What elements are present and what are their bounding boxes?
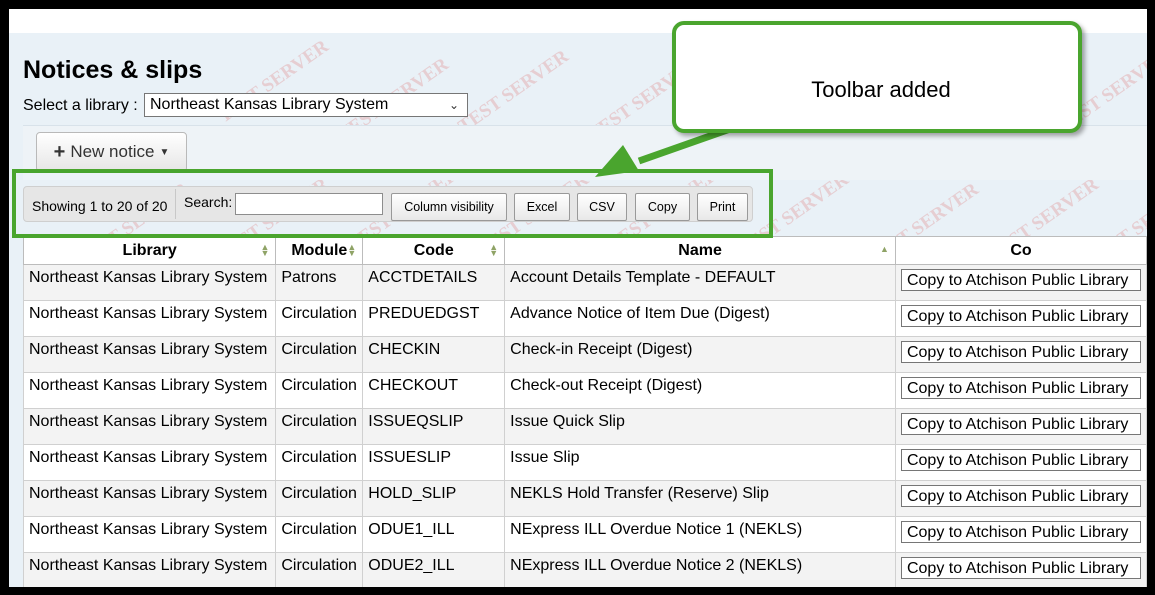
cell-name: Advance Notice of Item Due (Digest) xyxy=(504,300,896,337)
cell-module: Circulation xyxy=(275,480,364,517)
cell-name: NEKLS Hold Transfer (Reserve) Slip xyxy=(504,480,896,517)
cell-code: ISSUESLIP xyxy=(362,444,506,481)
sort-ascending-icon: ▲ xyxy=(880,244,889,254)
cell-code: ODUE2_ILL xyxy=(362,552,506,587)
table-row: Northeast Kansas Library System Circulati… xyxy=(22,300,1147,337)
cell-copy: Copy to Atchison Public Library xyxy=(894,516,1147,553)
caret-down-icon: ▼ xyxy=(159,146,170,158)
cell-library: Northeast Kansas Library System xyxy=(22,372,277,409)
cell-module: Circulation xyxy=(275,300,364,337)
chevron-down-icon: ⌄ xyxy=(448,98,459,112)
cell-module: Circulation xyxy=(275,552,364,587)
copy-to-library-select[interactable]: Copy to Atchison Public Library xyxy=(900,413,1141,435)
cell-code: PREDUEDGST xyxy=(362,300,506,337)
callout-box: Toolbar added xyxy=(672,21,1082,133)
table-row: Northeast Kansas Library System Circulati… xyxy=(22,516,1147,553)
cell-copy: Copy to Atchison Public Library xyxy=(894,480,1147,517)
page-title: Notices & slips xyxy=(23,56,203,84)
copy-to-library-select[interactable]: Copy to Atchison Public Library xyxy=(900,521,1141,543)
table-header-row: Library ▲ ▼ Module ▲ ▼ Code ▲ ▼ Name ▲ Co xyxy=(22,236,1147,265)
cell-library: Northeast Kansas Library System xyxy=(22,480,277,517)
table-row: Northeast Kansas Library System Circulati… xyxy=(22,372,1147,409)
cell-module: Circulation xyxy=(275,408,364,445)
copy-to-library-select[interactable]: Copy to Atchison Public Library xyxy=(900,269,1141,291)
library-select[interactable]: Northeast Kansas Library System ⌄ xyxy=(144,93,468,117)
cell-library: Northeast Kansas Library System xyxy=(22,444,277,481)
cell-library: Northeast Kansas Library System xyxy=(22,336,277,373)
cell-code: CHECKOUT xyxy=(362,372,506,409)
table-row: Northeast Kansas Library System Patrons AC… xyxy=(22,264,1147,301)
library-select-label: Select a library : xyxy=(23,97,138,114)
cell-code: ODUE1_ILL xyxy=(362,516,506,553)
copy-to-library-select[interactable]: Copy to Atchison Public Library xyxy=(900,305,1141,327)
cell-name: NExpress ILL Overdue Notice 2 (NEKLS) xyxy=(504,552,896,587)
cell-library: Northeast Kansas Library System xyxy=(22,516,277,553)
cell-copy: Copy to Atchison Public Library xyxy=(894,552,1147,587)
table-row: Northeast Kansas Library System Circulati… xyxy=(22,408,1147,445)
cell-copy: Copy to Atchison Public Library xyxy=(894,372,1147,409)
header-code[interactable]: Code ▲ ▼ xyxy=(362,236,506,265)
cell-module: Circulation xyxy=(275,444,364,481)
table-row: Northeast Kansas Library System Circulati… xyxy=(22,444,1147,481)
library-select-value: Northeast Kansas Library System xyxy=(150,96,389,113)
cell-name: Check-in Receipt (Digest) xyxy=(504,336,896,373)
cell-copy: Copy to Atchison Public Library xyxy=(894,264,1147,301)
copy-to-library-select[interactable]: Copy to Atchison Public Library xyxy=(900,449,1141,471)
cell-module: Circulation xyxy=(275,336,364,373)
screenshot-frame: TEST SERVERTEST SERVERTEST SERVERTEST SE… xyxy=(9,9,1147,587)
new-notice-button[interactable]: + New notice ▼ xyxy=(36,132,187,172)
cell-library: Northeast Kansas Library System xyxy=(22,300,277,337)
cell-code: ACCTDETAILS xyxy=(362,264,506,301)
cell-name: Check-out Receipt (Digest) xyxy=(504,372,896,409)
toolbar-highlight-box xyxy=(12,169,773,238)
table-row: Northeast Kansas Library System Circulati… xyxy=(22,552,1147,587)
cell-name: Issue Quick Slip xyxy=(504,408,896,445)
callout-text: Toolbar added xyxy=(811,77,951,102)
cell-module: Patrons xyxy=(275,264,364,301)
cell-code: ISSUEQSLIP xyxy=(362,408,506,445)
sort-both-icon: ▲ ▼ xyxy=(489,242,499,258)
cell-copy: Copy to Atchison Public Library xyxy=(894,444,1147,481)
copy-to-library-select[interactable]: Copy to Atchison Public Library xyxy=(900,557,1141,579)
sort-both-icon: ▲ ▼ xyxy=(347,242,357,258)
cell-copy: Copy to Atchison Public Library xyxy=(894,408,1147,445)
cell-name: NExpress ILL Overdue Notice 1 (NEKLS) xyxy=(504,516,896,553)
copy-to-library-select[interactable]: Copy to Atchison Public Library xyxy=(900,485,1141,507)
cell-copy: Copy to Atchison Public Library xyxy=(894,300,1147,337)
table-row: Northeast Kansas Library System Circulati… xyxy=(22,480,1147,517)
cell-name: Account Details Template - DEFAULT xyxy=(504,264,896,301)
cell-module: Circulation xyxy=(275,372,364,409)
table-row: Northeast Kansas Library System Circulati… xyxy=(22,336,1147,373)
cell-library: Northeast Kansas Library System xyxy=(22,264,277,301)
cell-library: Northeast Kansas Library System xyxy=(22,552,277,587)
cell-copy: Copy to Atchison Public Library xyxy=(894,336,1147,373)
cell-module: Circulation xyxy=(275,516,364,553)
copy-to-library-select[interactable]: Copy to Atchison Public Library xyxy=(900,341,1141,363)
header-copy: Co xyxy=(894,236,1147,265)
cell-code: HOLD_SLIP xyxy=(362,480,506,517)
cell-library: Northeast Kansas Library System xyxy=(22,408,277,445)
plus-icon: + xyxy=(53,140,66,163)
header-library[interactable]: Library ▲ ▼ xyxy=(22,236,277,265)
cell-name: Issue Slip xyxy=(504,444,896,481)
new-notice-label: New notice xyxy=(70,142,155,161)
cell-code: CHECKIN xyxy=(362,336,506,373)
notices-table: Library ▲ ▼ Module ▲ ▼ Code ▲ ▼ Name ▲ Co North… xyxy=(22,236,1147,587)
header-name[interactable]: Name ▲ xyxy=(504,236,896,265)
copy-to-library-select[interactable]: Copy to Atchison Public Library xyxy=(900,377,1141,399)
header-module[interactable]: Module ▲ ▼ xyxy=(275,236,364,265)
sort-both-icon: ▲ ▼ xyxy=(260,242,270,258)
